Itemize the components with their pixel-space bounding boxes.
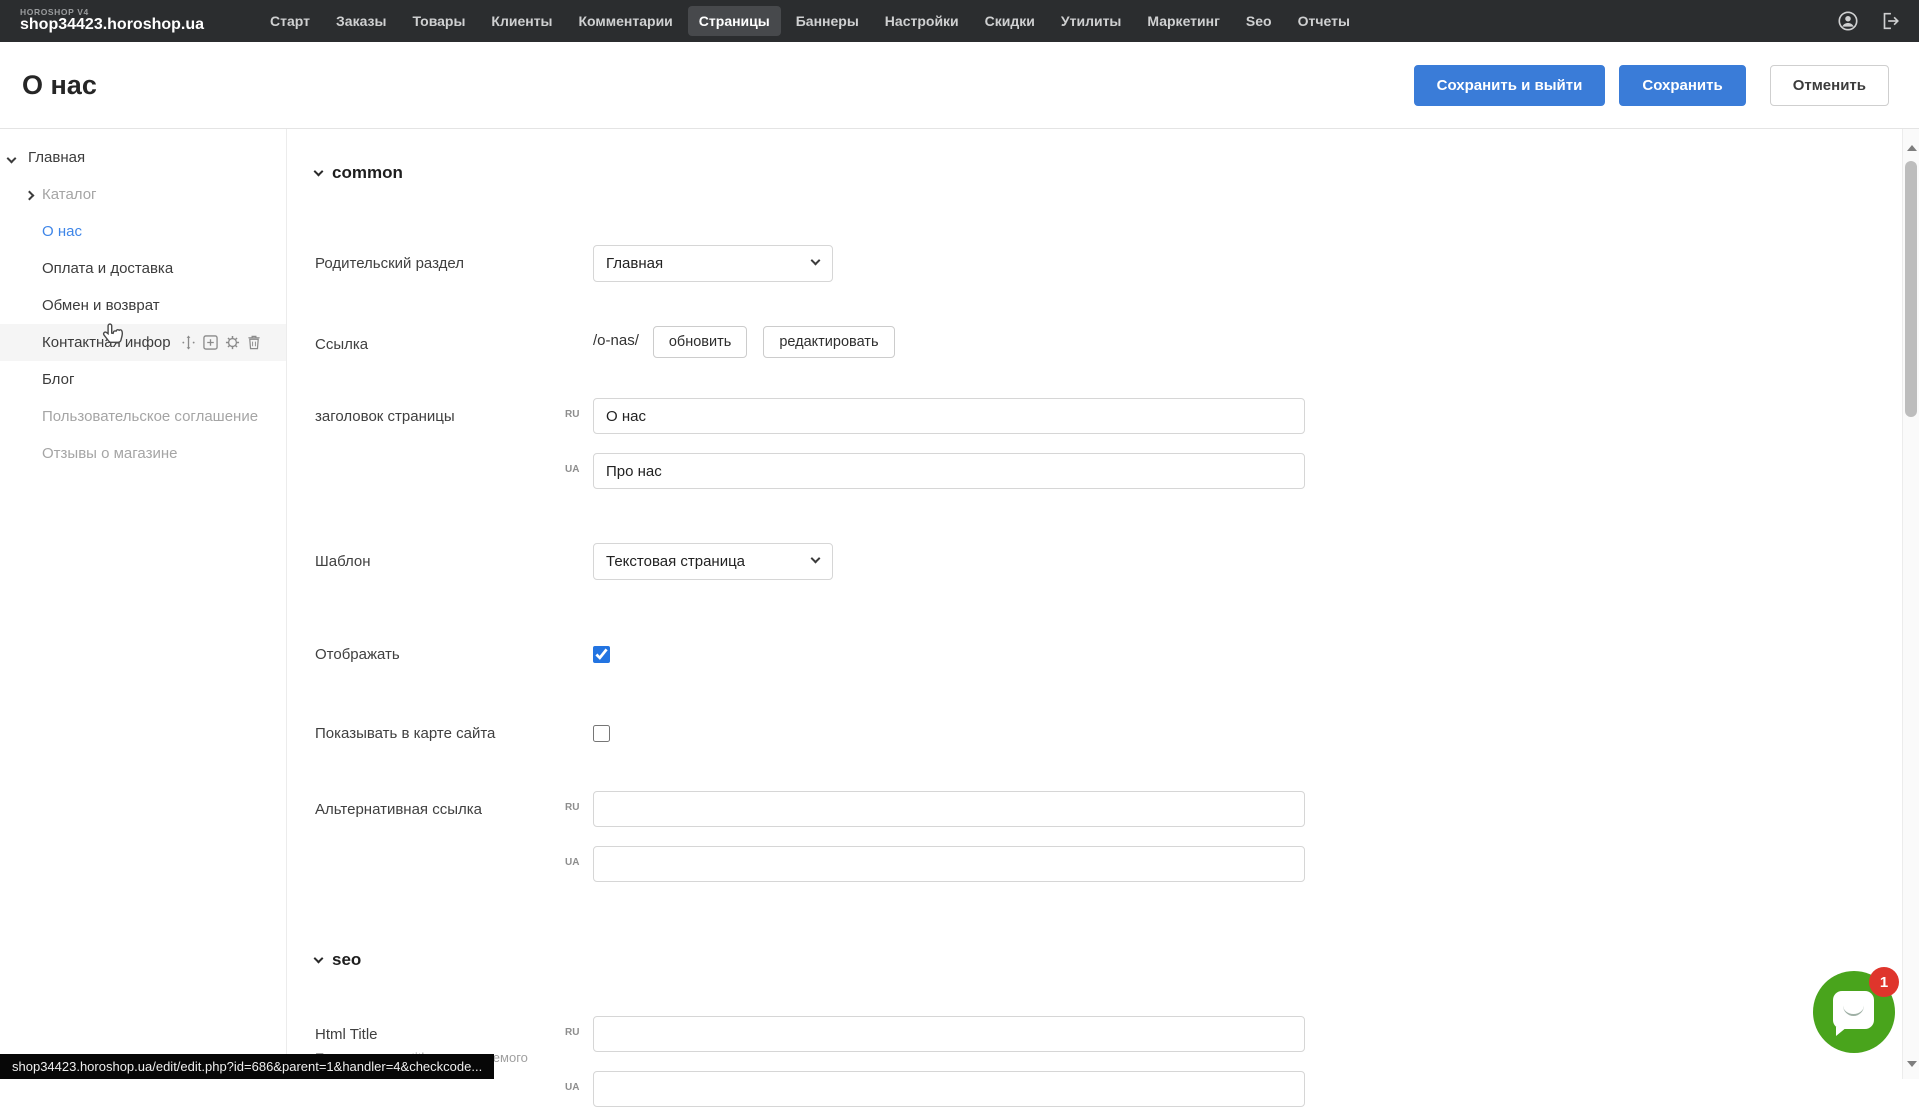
chat-bubble-icon [1833,991,1874,1029]
tree-item-blog[interactable]: Блог [0,361,286,398]
sitemap-label: Показывать в карте сайта [315,715,565,744]
section-common-header[interactable]: common [315,163,1902,183]
vertical-scrollbar[interactable] [1902,129,1919,1079]
brand-logo[interactable]: HOROSHOP V4 shop34423.horoshop.ua [20,8,204,34]
tree-item-kontaktnaya[interactable]: Контактная инфор [0,324,286,361]
chevron-down-icon [314,167,324,177]
tree-item-actions [181,335,261,350]
delete-icon[interactable] [247,335,261,350]
tree-item-o-nas[interactable]: О нас [0,213,286,250]
topbar-right [1837,10,1901,32]
nav-banners[interactable]: Баннеры [785,6,870,36]
nav-products[interactable]: Товары [401,6,476,36]
brand-domain: shop34423.horoshop.ua [20,17,204,34]
nav-seo[interactable]: Seo [1235,6,1283,36]
alt-link-label: Альтернативная ссылка [315,791,565,820]
lang-tag-ua: UA [565,453,593,475]
chat-widget-button[interactable]: 1 [1813,971,1895,1053]
sitemap-checkbox[interactable] [593,725,610,742]
html-title-ua-input[interactable] [593,1071,1305,1107]
nav-clients[interactable]: Клиенты [480,6,563,36]
nav-reports[interactable]: Отчеты [1287,6,1361,36]
nav-discounts[interactable]: Скидки [974,6,1046,36]
chevron-right-icon[interactable] [26,186,42,203]
chevron-down-icon [811,554,821,564]
template-select[interactable]: Текстовая страница [593,543,833,580]
chevron-down-icon [314,953,324,963]
save-exit-button[interactable]: Сохранить и выйти [1414,65,1606,106]
html-title-label: Html Title [315,1025,565,1045]
lang-tag-ru: RU [565,398,593,420]
nav-comments[interactable]: Комментарии [568,6,684,36]
add-icon[interactable] [203,335,218,350]
chat-unread-badge: 1 [1869,967,1899,997]
alt-link-ua-input[interactable] [593,846,1305,882]
alt-link-ru-input[interactable] [593,791,1305,827]
account-icon[interactable] [1837,10,1859,32]
main-nav: Старт Заказы Товары Клиенты Комментарии … [259,6,1361,36]
scrollbar-thumb[interactable] [1905,161,1917,417]
page-edit-form: common Родительский раздел Главная Ссылк… [287,129,1902,1079]
gear-icon[interactable] [225,335,240,350]
page-title-ru-input[interactable] [593,398,1305,434]
display-checkbox[interactable] [593,646,610,663]
lang-tag-ua: UA [565,846,593,868]
link-path: /o-nas/ [593,326,639,349]
tree-item-obmen[interactable]: Обмен и возврат [0,287,286,324]
tree-item-polzovatelskoe[interactable]: Пользовательское соглашение [0,398,286,435]
page-title-ua-input[interactable] [593,453,1305,489]
lang-tag-ua: UA [565,1071,593,1093]
status-url-bar: shop34423.horoshop.ua/edit/edit.php?id=6… [0,1054,494,1079]
page-title: О нас [22,70,97,101]
link-update-button[interactable]: обновить [653,326,747,358]
content-area: Главная Каталог О нас Оплата и доставка … [0,129,1902,1079]
display-label: Отображать [315,636,565,665]
lang-tag-ru: RU [565,791,593,813]
tree-item-glavnaya[interactable]: Главная [0,139,286,176]
parent-section-select[interactable]: Главная [593,245,833,282]
scroll-up-arrow-icon[interactable] [1907,145,1917,151]
template-label: Шаблон [315,543,565,572]
cancel-button[interactable]: Отменить [1770,65,1889,106]
nav-pages[interactable]: Страницы [688,6,781,36]
nav-utilities[interactable]: Утилиты [1050,6,1132,36]
save-button[interactable]: Сохранить [1619,65,1745,106]
page-header: О нас Сохранить и выйти Сохранить Отмени… [0,42,1919,129]
nav-settings[interactable]: Настройки [874,6,970,36]
parent-section-label: Родительский раздел [315,245,565,274]
lang-tag-ru: RU [565,1016,593,1038]
move-icon[interactable] [181,335,196,350]
link-edit-button[interactable]: редактировать [763,326,894,358]
section-seo-header[interactable]: seo [315,950,1902,970]
chevron-down-icon [811,256,821,266]
header-actions: Сохранить и выйти Сохранить Отменить [1414,65,1889,106]
tree-item-oplata[interactable]: Оплата и доставка [0,250,286,287]
pages-tree-sidebar: Главная Каталог О нас Оплата и доставка … [0,129,287,1079]
nav-orders[interactable]: Заказы [325,6,397,36]
page-title-label: заголовок страницы [315,398,565,427]
topbar: HOROSHOP V4 shop34423.horoshop.ua Старт … [0,0,1919,42]
tree-item-otzyvy[interactable]: Отзывы о магазине [0,435,286,472]
logout-icon[interactable] [1879,10,1901,32]
scroll-down-arrow-icon[interactable] [1907,1061,1917,1067]
chevron-down-icon[interactable] [8,149,28,166]
tree-item-katalog[interactable]: Каталог [0,176,286,213]
html-title-ru-input[interactable] [593,1016,1305,1052]
nav-start[interactable]: Старт [259,6,321,36]
link-label: Ссылка [315,326,565,355]
nav-marketing[interactable]: Маркетинг [1136,6,1231,36]
